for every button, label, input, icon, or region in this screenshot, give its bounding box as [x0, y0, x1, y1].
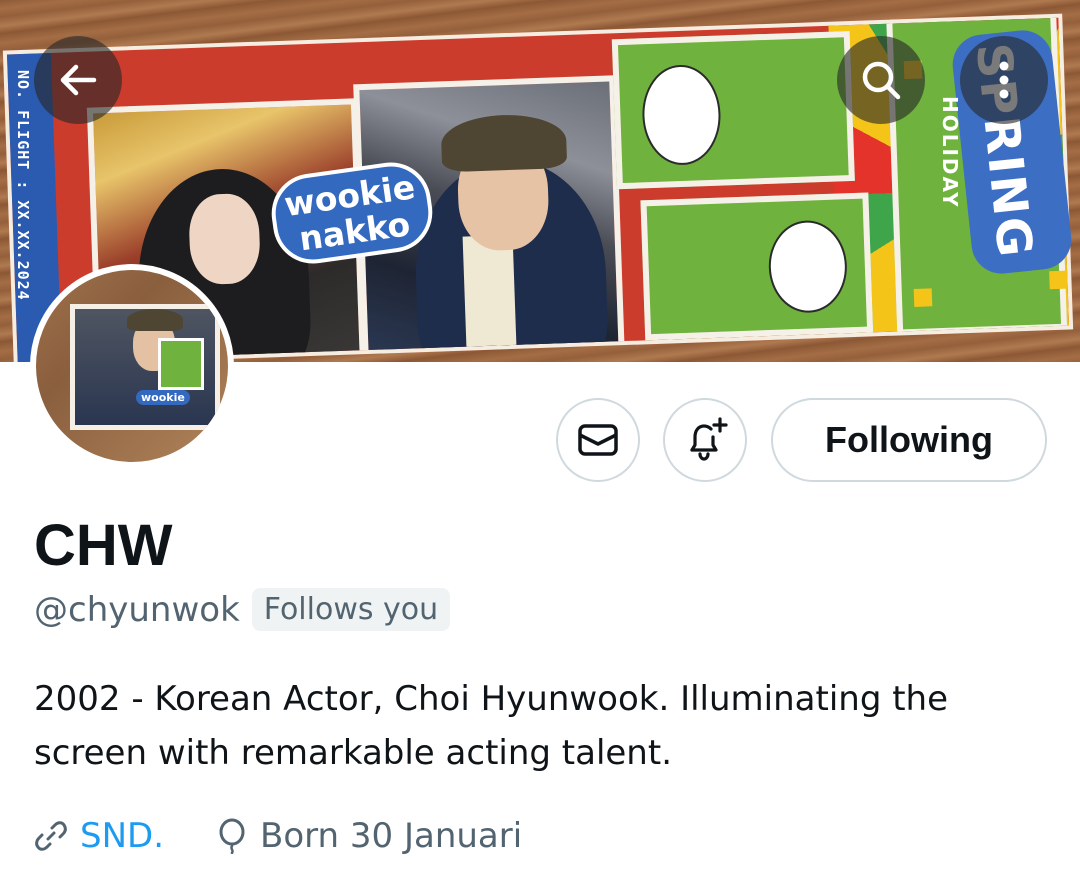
- handle-row: @chyunwok Follows you: [34, 588, 451, 631]
- banner-doodle-card-bottom: [640, 192, 874, 341]
- profile-bio: 2002 - Korean Actor, Choi Hyunwook. Illu…: [34, 679, 949, 773]
- arrow-left-icon: [60, 64, 97, 96]
- profile-birthday-text: Born 30 Januari: [260, 816, 523, 856]
- back-button[interactable]: [34, 36, 122, 124]
- avatar-hat: [127, 309, 183, 331]
- profile-handle: @chyunwok: [34, 589, 240, 630]
- banner-holiday-word: HOLIDAY: [938, 96, 962, 209]
- follows-you-badge: Follows you: [251, 588, 451, 631]
- yellow-dot: [913, 288, 933, 307]
- doodle-face-glasses-icon: [767, 219, 849, 314]
- profile-link-text[interactable]: SND.: [80, 816, 164, 856]
- avatar-doodle-card: [158, 338, 204, 390]
- avatar-sticker-label: wookie: [136, 390, 190, 405]
- message-button[interactable]: [556, 398, 640, 482]
- yellow-dot: [1049, 270, 1068, 290]
- following-button[interactable]: Following: [771, 398, 1047, 482]
- banner-scarf: [462, 234, 517, 357]
- bell-plus-icon: [690, 417, 728, 461]
- banner-hat: [440, 112, 568, 173]
- search-button[interactable]: [837, 36, 925, 124]
- link-icon: [35, 821, 67, 851]
- profile-link[interactable]: SND.: [34, 816, 164, 856]
- banner-doodle-card-top: [611, 31, 855, 190]
- doodle-face-icon: [640, 63, 723, 167]
- search-icon: [862, 61, 901, 100]
- profile-meta-row: SND. Born 30 Januari: [34, 816, 574, 856]
- balloon-icon: [219, 818, 245, 854]
- more-vertical-icon: [999, 61, 1009, 99]
- notifications-button[interactable]: [663, 398, 747, 482]
- profile-display-name: CHW: [34, 513, 173, 578]
- profile-avatar[interactable]: wookie: [30, 264, 234, 468]
- more-options-button[interactable]: [960, 36, 1048, 124]
- banner-face-left: [187, 192, 262, 286]
- profile-birthday: Born 30 Januari: [216, 816, 522, 856]
- banner-flight-text: NO. FLIGHT : XX.XX.2024: [14, 70, 32, 301]
- envelope-icon: [578, 424, 618, 456]
